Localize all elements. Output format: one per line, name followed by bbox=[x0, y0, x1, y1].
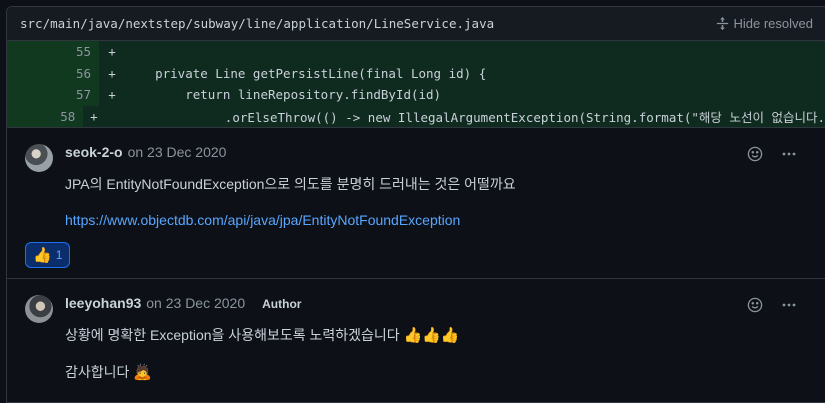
diff-line: 55 + bbox=[7, 41, 825, 63]
comment-author[interactable]: leeyohan93 bbox=[65, 295, 141, 311]
comment-text: 상황에 명확한 Exception을 사용해보도록 노력하겠습니다 👍👍👍 bbox=[65, 325, 811, 346]
comment-actions bbox=[747, 297, 797, 313]
diff-sign: + bbox=[108, 65, 116, 81]
author-badge: Author bbox=[262, 297, 302, 311]
kebab-horizontal-icon[interactable] bbox=[781, 297, 797, 313]
comment-list: seok-2-o on 23 Dec 2020 JPA의 EntityNotFo… bbox=[7, 127, 825, 393]
reaction-count: 1 bbox=[55, 248, 63, 262]
thumbs-up-reaction[interactable]: 👍 1 bbox=[25, 242, 71, 268]
line-number[interactable]: 57 bbox=[7, 84, 99, 106]
unfold-icon bbox=[716, 17, 728, 30]
comment-link[interactable]: https://www.objectdb.com/api/java/jpa/En… bbox=[65, 212, 460, 228]
comment-header: seok-2-o on 23 Dec 2020 bbox=[65, 144, 811, 164]
comment-text-thanks: 감사합니다 bbox=[65, 364, 130, 380]
comment-date[interactable]: on 23 Dec 2020 bbox=[146, 295, 245, 311]
review-thread: src/main/java/nextstep/subway/line/appli… bbox=[6, 6, 825, 403]
line-code: .orElseThrow(() -> new IllegalArgumentEx… bbox=[104, 109, 825, 125]
diff-line: 58 + .orElseThrow(() -> new IllegalArgum… bbox=[7, 105, 825, 127]
comment-body: 상황에 명확한 Exception을 사용해보도록 노력하겠습니다 👍👍👍 감사… bbox=[65, 325, 811, 383]
diff-sign: + bbox=[90, 108, 98, 124]
diff-sign: + bbox=[108, 44, 116, 60]
avatar[interactable] bbox=[25, 144, 53, 172]
line-code: return lineRepository.findById(id) bbox=[125, 87, 442, 103]
file-header: src/main/java/nextstep/subway/line/appli… bbox=[7, 7, 825, 41]
hide-resolved-label: Hide resolved bbox=[733, 16, 814, 31]
comment-text-2: 감사합니다 🙇 bbox=[65, 362, 811, 383]
avatar[interactable] bbox=[25, 295, 53, 323]
thumbs-up-emoji: 👍👍👍 bbox=[403, 327, 460, 344]
kebab-horizontal-icon[interactable] bbox=[781, 146, 797, 162]
diff-sign: + bbox=[108, 87, 116, 103]
comment-text-main: 상황에 명확한 Exception을 사용해보도록 노력하겠습니다 bbox=[65, 327, 400, 343]
comment-author[interactable]: seok-2-o bbox=[65, 144, 123, 160]
smiley-icon[interactable] bbox=[747, 146, 763, 162]
line-code: private Line getPersistLine(final Long i… bbox=[125, 65, 487, 81]
smiley-icon[interactable] bbox=[747, 297, 763, 313]
comment-header: leeyohan93 on 23 Dec 2020 Author bbox=[65, 295, 811, 315]
comment: seok-2-o on 23 Dec 2020 JPA의 EntityNotFo… bbox=[7, 128, 825, 278]
hide-resolved-button[interactable]: Hide resolved bbox=[716, 16, 814, 31]
comment-actions bbox=[747, 146, 797, 162]
diff-code: 55 + 56 + private Line getPersistLine(fi… bbox=[7, 41, 825, 127]
diff-line: 56 + private Line getPersistLine(final L… bbox=[7, 62, 825, 84]
comment: leeyohan93 on 23 Dec 2020 Author 상황에 명확한… bbox=[7, 278, 825, 393]
diff-line: 57 + return lineRepository.findById(id) bbox=[7, 84, 825, 106]
comment-text: JPA의 EntityNotFoundException으로 의도를 분명히 드… bbox=[65, 176, 516, 192]
comment-body: JPA의 EntityNotFoundException으로 의도를 분명히 드… bbox=[65, 174, 811, 230]
line-number[interactable]: 58 bbox=[7, 105, 84, 127]
line-number[interactable]: 56 bbox=[7, 62, 99, 84]
bowing-emoji: 🙇 bbox=[133, 364, 152, 381]
file-path[interactable]: src/main/java/nextstep/subway/line/appli… bbox=[20, 16, 494, 31]
thumbs-up-icon: 👍 bbox=[33, 247, 52, 264]
line-number[interactable]: 55 bbox=[7, 41, 99, 63]
comment-date[interactable]: on 23 Dec 2020 bbox=[128, 144, 227, 160]
